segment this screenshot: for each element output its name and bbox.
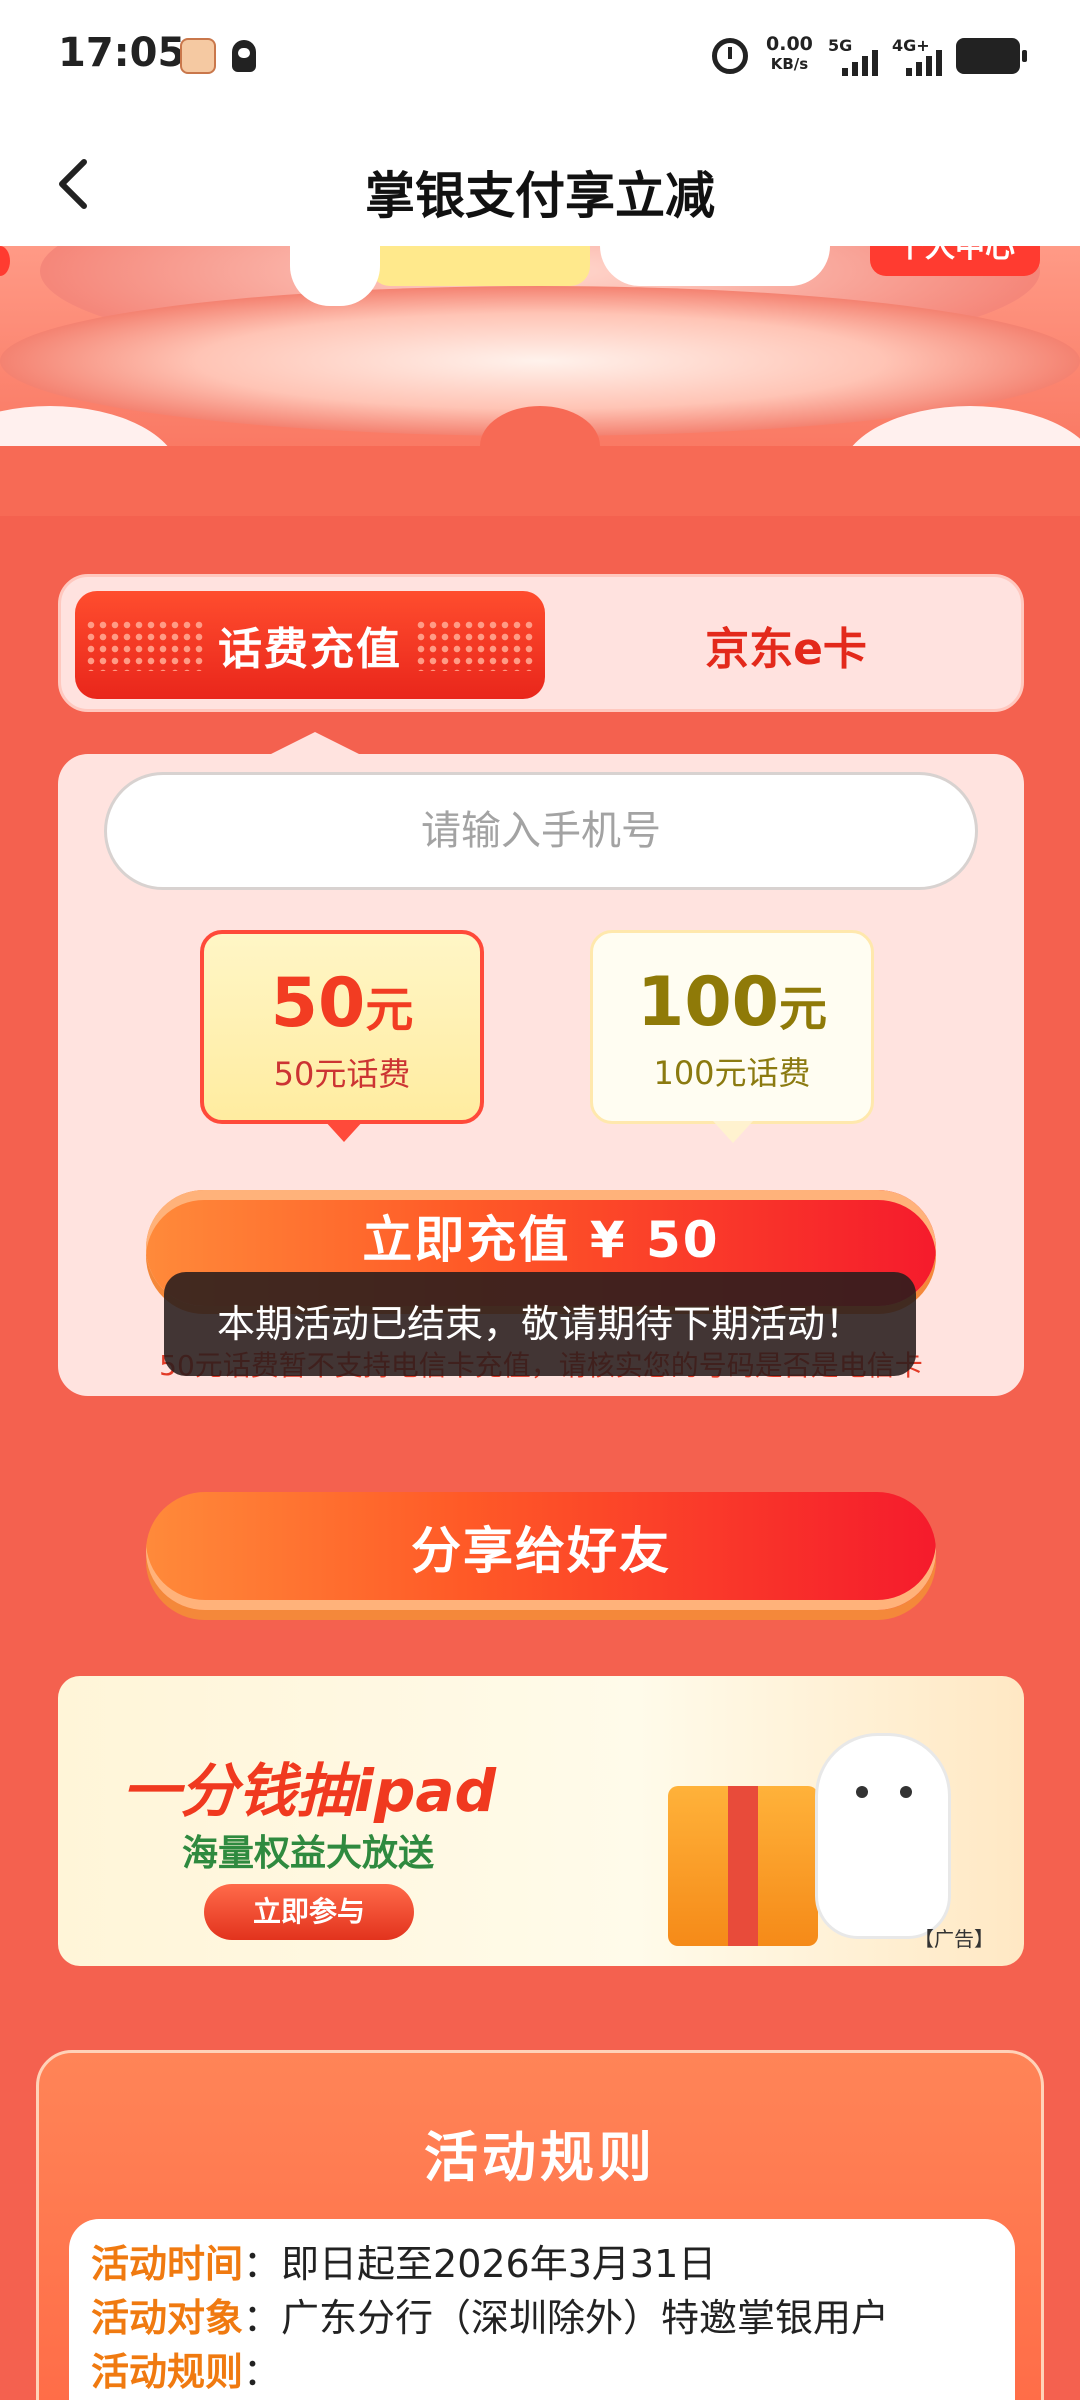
network-speed-unit: KB/s — [770, 55, 809, 73]
ad-banner[interactable]: 一分钱抽ipad 海量权益大放送 立即参与 【广告】 — [58, 1676, 1024, 1966]
side-float-icon[interactable] — [0, 246, 10, 276]
amount-number: 50 — [270, 964, 366, 1043]
amount-option-100[interactable]: 100元 100元话费 — [590, 930, 874, 1124]
network-speed-value: 0.00 — [766, 33, 813, 55]
ad-tag: 【广告】 — [914, 1927, 994, 1951]
tab-jd-ecard[interactable]: 京东e卡 — [561, 591, 1011, 699]
rule-row: 活动规则： — [91, 2350, 282, 2394]
ad-title: 一分钱抽ipad — [122, 1757, 497, 1825]
mascot-image — [818, 1736, 948, 1936]
rule-row: 活动对象：广东分行（深圳除外）特邀掌银用户 — [91, 2296, 890, 2340]
page-title: 掌银支付享立减 — [365, 167, 715, 225]
rule-key: 活动对象 — [91, 2296, 244, 2340]
personal-center-button[interactable]: 个人中心 — [870, 246, 1040, 276]
amount-option-50[interactable]: 50元 50元话费 — [200, 930, 484, 1124]
nav-bar: 掌银支付享立减 — [0, 120, 1080, 246]
rule-key: 活动规则 — [91, 2350, 244, 2394]
amount-desc: 50元话费 — [273, 1055, 411, 1093]
rule-key: 活动时间 — [91, 2242, 244, 2286]
amount-value: 50元 — [204, 964, 480, 1043]
phone-number-input[interactable] — [104, 772, 978, 890]
amount-unit: 元 — [365, 982, 414, 1038]
network-speed: 0.00 KB/s — [766, 34, 813, 74]
ad-subtitle: 海量权益大放送 — [182, 1833, 435, 1874]
share-button[interactable]: 分享给好友 — [146, 1492, 936, 1610]
signal-icon — [842, 50, 880, 76]
clock: 17:05 — [58, 30, 186, 76]
amount-unit: 元 — [778, 981, 827, 1037]
qq-notification-icon — [232, 40, 256, 72]
tab-phone-recharge[interactable]: 话费充值 — [75, 591, 545, 699]
hero-banner: 个人中心 — [0, 246, 1080, 516]
tab-phone-recharge-label: 话费充值 — [218, 624, 402, 675]
hero-card-image — [370, 246, 590, 286]
amount-value: 100元 — [593, 963, 871, 1042]
rules-section: 活动规则 活动时间：即日起至2026年3月31日 活动对象：广东分行（深圳除外）… — [36, 2050, 1044, 2400]
rule-row: 活动时间：即日起至2026年3月31日 — [91, 2242, 717, 2286]
hero-bottom-edge — [0, 406, 1080, 516]
tab-decoration-right — [415, 619, 535, 671]
rule-value: 广东分行（深圳除外）特邀掌银用户 — [281, 2296, 890, 2340]
rules-body: 活动时间：即日起至2026年3月31日 活动对象：广东分行（深圳除外）特邀掌银用… — [69, 2219, 1015, 2400]
signal-icon-2 — [906, 50, 944, 76]
status-bar: 17:05 0.00 KB/s 5G 4G+ — [0, 0, 1080, 120]
gift-box-icon — [668, 1786, 818, 1946]
amount-desc: 100元话费 — [653, 1054, 811, 1092]
tab-decoration-left — [85, 619, 205, 671]
rules-title: 活动规则 — [424, 2126, 656, 2189]
rule-value: 即日起至2026年3月31日 — [281, 2242, 717, 2286]
ad-join-button[interactable]: 立即参与 — [204, 1884, 414, 1940]
battery-icon — [956, 38, 1027, 74]
alarm-icon — [712, 38, 748, 74]
app-notification-icon — [180, 38, 216, 74]
hero-mascot-right — [600, 246, 830, 286]
toast-message: 本期活动已结束，敬请期待下期活动！ — [164, 1272, 916, 1376]
category-tabs: 话费充值 京东e卡 — [58, 574, 1024, 712]
amount-number: 100 — [637, 963, 779, 1042]
